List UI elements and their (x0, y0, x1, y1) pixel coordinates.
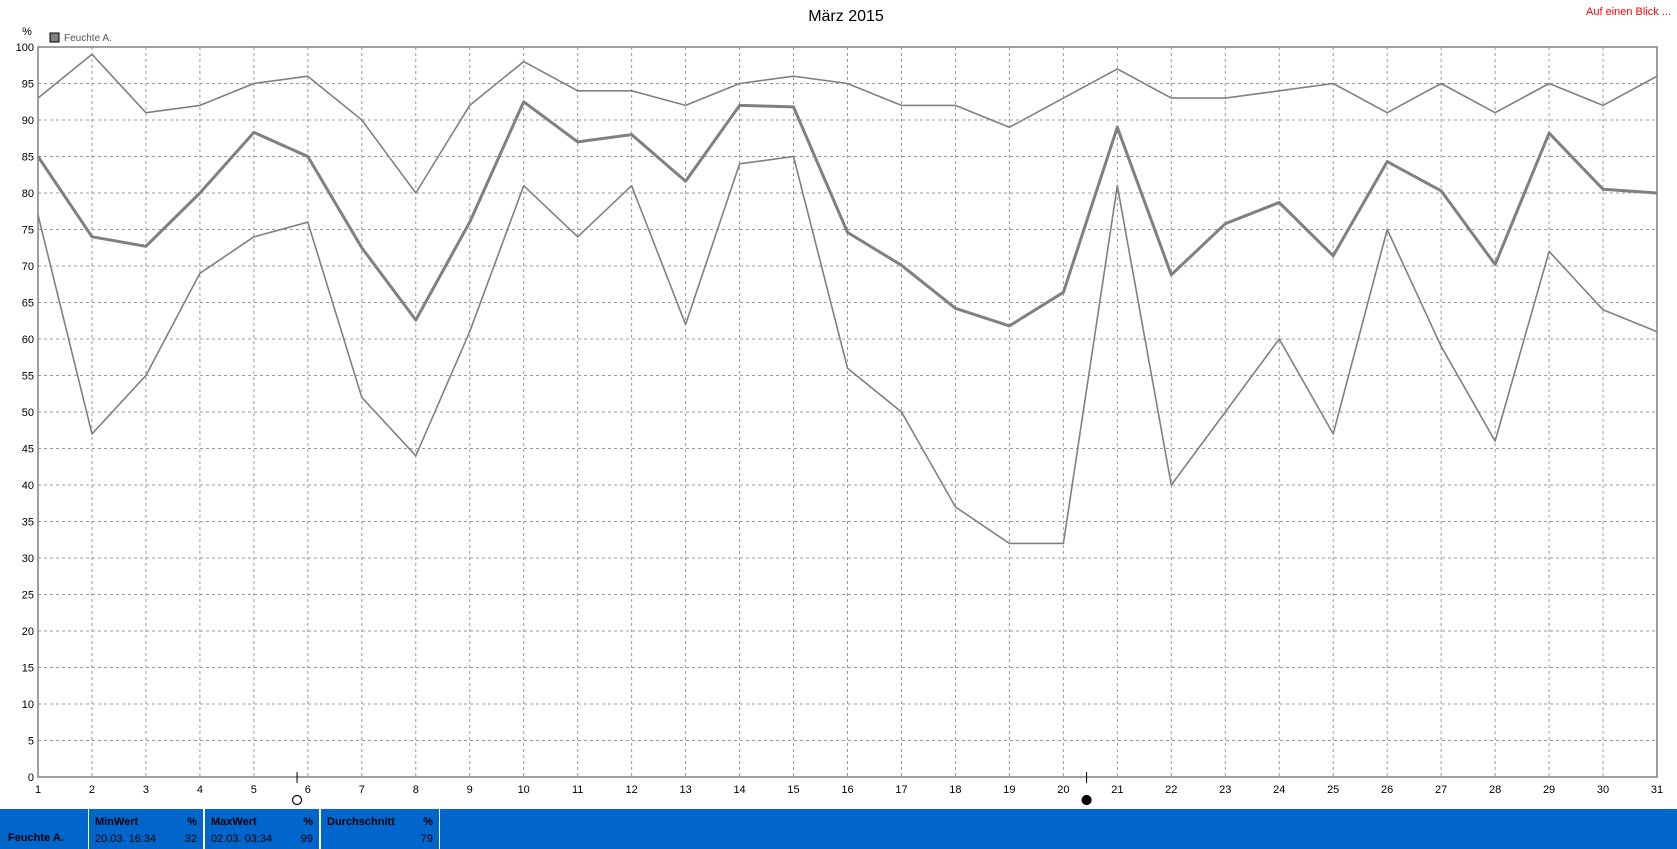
y-axis: 0 5 10 15 20 25 30 35 40 45 50 55 60 65 70 75 80 85 90 95 10… (16, 42, 34, 784)
y-tick-label: 95 (22, 79, 34, 91)
x-tick-label: 4 (197, 784, 203, 796)
avg-unit: % (423, 816, 433, 828)
x-tick-label: 8 (413, 784, 419, 796)
y-tick-label: 75 (22, 225, 34, 237)
x-tick-label: 23 (1219, 784, 1231, 796)
y-tick-label: 20 (22, 626, 34, 638)
chart-title: März 2015 (808, 8, 884, 25)
x-tick-label: 2 (89, 784, 95, 796)
x-tick-label: 9 (467, 784, 473, 796)
y-tick-label: 90 (22, 115, 34, 127)
legend-swatch (49, 32, 60, 43)
y-tick-label: 85 (22, 152, 34, 164)
legend: Feuchte A. (49, 32, 112, 44)
y-tick-label: 55 (22, 371, 34, 383)
x-tick-label: 13 (679, 784, 691, 796)
series-line-avg (36, 100, 1658, 328)
avg-value: 79 (420, 833, 433, 845)
x-tick-label: 26 (1381, 784, 1393, 796)
max-unit: % (303, 816, 313, 828)
humidity-chart: März 2015 Auf einen Blick ... % Feuchte … (16, 6, 1671, 806)
min-unit: % (187, 816, 197, 828)
x-tick-label: 10 (518, 784, 530, 796)
full-moon-icon (291, 794, 303, 806)
x-tick-label: 1 (35, 784, 41, 796)
x-tick-label: 16 (841, 784, 853, 796)
x-tick-label: 22 (1165, 784, 1177, 796)
x-tick-label: 25 (1327, 784, 1339, 796)
x-tick-label: 7 (359, 784, 365, 796)
max-time: 02.03. 03:34 (211, 833, 273, 845)
x-tick-label: 20 (1057, 784, 1069, 796)
overview-link[interactable]: Auf einen Blick ... (1586, 6, 1671, 18)
x-tick-label: 18 (949, 784, 961, 796)
x-tick-label: 19 (1003, 784, 1015, 796)
y-tick-label: 0 (28, 772, 34, 784)
x-axis: 1 2 3 4 5 6 7 8 9 10 11 12 13 14 15 16 17 18 19 20 21 22 23 24 2… (35, 784, 1663, 796)
stats-bar: Feuchte A. MinWert % 20.03. 16:34 32 Max… (0, 809, 1677, 849)
x-tick-label: 3 (143, 784, 149, 796)
min-time: 20.03. 16:34 (95, 833, 157, 845)
stats-sensor-label: Feuchte A. (8, 832, 64, 844)
grid (38, 47, 1657, 777)
min-value: 32 (184, 833, 197, 845)
y-tick-label: 100 (16, 42, 34, 54)
x-tick-label: 21 (1111, 784, 1123, 796)
avg-header: Durchschnitt (327, 816, 395, 828)
legend-label: Feuchte A. (64, 33, 112, 44)
x-tick-label: 29 (1543, 784, 1555, 796)
max-stat-box: MaxWert % 02.03. 03:34 99 (204, 809, 320, 849)
x-tick-label: 12 (626, 784, 638, 796)
x-tick-label: 11 (572, 784, 583, 796)
min-stat-box: MinWert % 20.03. 16:34 32 (88, 809, 204, 849)
y-tick-label: 35 (22, 517, 34, 529)
y-tick-label: 65 (22, 298, 34, 310)
x-tick-label: 28 (1489, 784, 1501, 796)
x-tick-label: 31 (1651, 784, 1663, 796)
y-tick-label: 5 (28, 736, 34, 748)
x-tick-label: 6 (305, 784, 311, 796)
x-tick-label: 14 (733, 784, 745, 796)
x-tick-label: 24 (1273, 784, 1285, 796)
y-tick-label: 15 (22, 663, 34, 675)
y-axis-unit: % (22, 26, 32, 38)
new-moon-icon (1081, 794, 1092, 806)
avg-stat-box: Durchschnitt % 79 (320, 809, 440, 849)
y-tick-label: 80 (22, 188, 34, 200)
x-tick-label: 17 (895, 784, 907, 796)
y-tick-label: 45 (22, 444, 34, 456)
y-tick-label: 60 (22, 334, 34, 346)
series-line-max (37, 53, 1658, 194)
x-tick-label: 5 (251, 784, 257, 796)
y-tick-label: 40 (22, 480, 34, 492)
y-tick-label: 50 (22, 407, 34, 419)
y-tick-label: 10 (22, 699, 34, 711)
min-header: MinWert (95, 816, 139, 828)
x-tick-label: 30 (1597, 784, 1609, 796)
x-tick-label: 27 (1435, 784, 1447, 796)
max-value: 99 (300, 833, 313, 845)
x-tick-label: 15 (787, 784, 799, 796)
max-header: MaxWert (211, 816, 257, 828)
y-tick-label: 25 (22, 590, 34, 602)
y-tick-label: 70 (22, 261, 34, 273)
y-tick-label: 30 (22, 553, 34, 565)
